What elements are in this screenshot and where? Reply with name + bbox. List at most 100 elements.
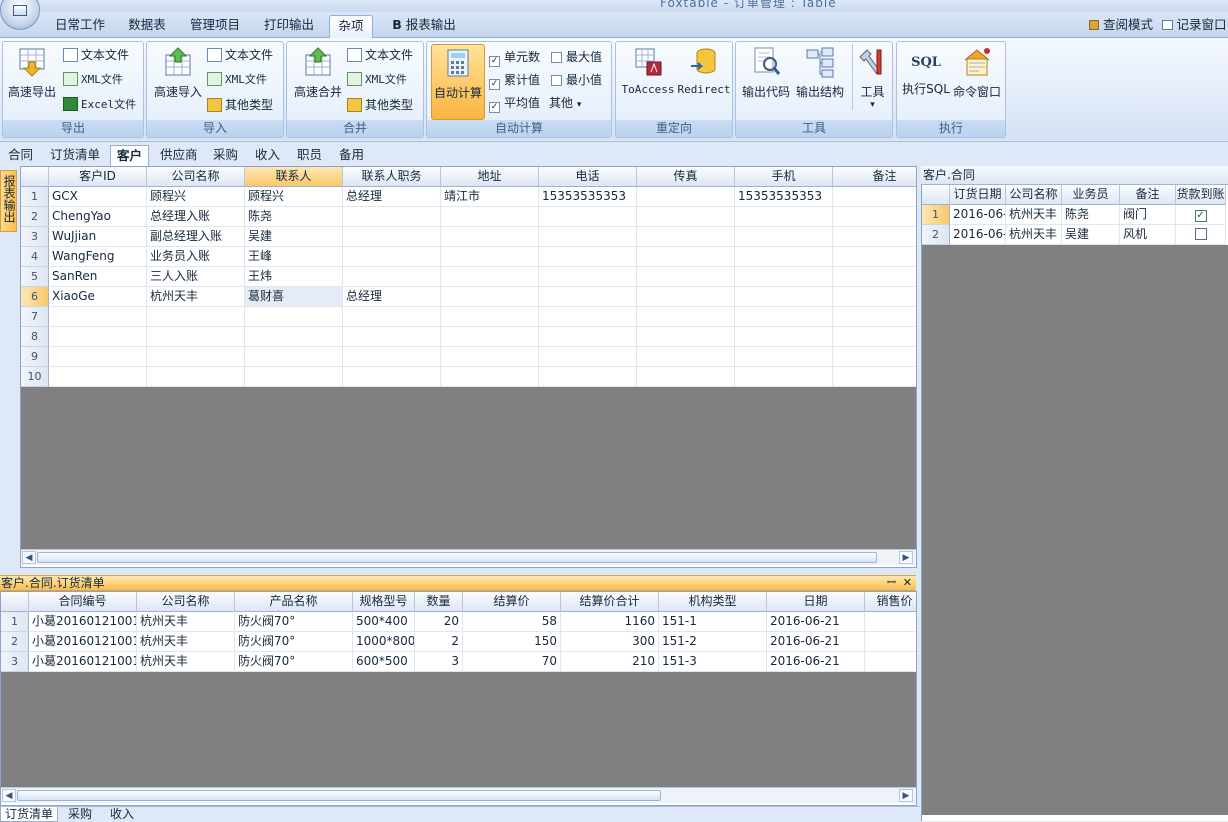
grid-cell[interactable] [441, 247, 539, 267]
grid-cell[interactable] [865, 612, 916, 632]
tab-daily-work[interactable]: 日常工作 [48, 15, 112, 38]
grid-cell[interactable] [637, 307, 735, 327]
grid-cell[interactable]: 150 [463, 632, 561, 652]
column-header[interactable]: 备注 [1120, 185, 1176, 205]
grid-cell[interactable] [441, 287, 539, 307]
grid-cell[interactable] [441, 347, 539, 367]
column-header[interactable]: 电话 [539, 167, 637, 187]
grid-cell[interactable] [637, 287, 735, 307]
other-dropdown[interactable]: 其他 ▾ [549, 93, 581, 113]
grid-cell[interactable] [637, 347, 735, 367]
grid-cell[interactable] [637, 207, 735, 227]
exec-sql-button[interactable]: SQL 执行SQL [901, 44, 951, 97]
grid-cell[interactable]: 小葛20160121001 [29, 632, 137, 652]
grid-cell[interactable]: 2016-06-21 [767, 612, 865, 632]
row-header[interactable]: 3 [21, 227, 49, 247]
scrollbar-thumb[interactable] [17, 790, 661, 801]
column-header[interactable]: 手机 [735, 167, 833, 187]
merge-text-button[interactable]: 文本文件 [347, 45, 413, 65]
column-header[interactable]: 产品名称 [235, 592, 353, 612]
average-checkbox[interactable]: ✓ 平均值 [489, 93, 540, 113]
grid-cell[interactable]: 151-2 [659, 632, 767, 652]
grid-cell[interactable]: 总经理 [343, 187, 441, 207]
column-header[interactable]: 备注 [833, 167, 916, 187]
grid-cell[interactable]: 风机 [1120, 225, 1176, 245]
grid-cell[interactable] [735, 287, 833, 307]
grid-cell[interactable]: 2016-06- [950, 225, 1006, 245]
grid-cell[interactable] [49, 367, 147, 387]
tab-supplier[interactable]: 供应商 [154, 145, 204, 166]
grid-cell[interactable] [245, 307, 343, 327]
column-header[interactable]: 公司名称 [137, 592, 235, 612]
grid-cell[interactable] [49, 307, 147, 327]
import-text-button[interactable]: 文本文件 [207, 45, 273, 65]
grid-cell[interactable]: 2016-06- [950, 205, 1006, 225]
grid-cell[interactable] [441, 327, 539, 347]
column-header[interactable]: 结算价合计 [561, 592, 659, 612]
row-header[interactable]: 9 [21, 347, 49, 367]
grid-cell[interactable] [343, 347, 441, 367]
column-header[interactable]: 公司名称 [147, 167, 245, 187]
grid-cell[interactable]: 王峰 [245, 247, 343, 267]
column-header[interactable]: 业务员 [1062, 185, 1120, 205]
row-header[interactable]: 1 [21, 187, 49, 207]
column-header[interactable]: 联系人 [245, 167, 343, 187]
unchecked-box-icon[interactable] [1194, 228, 1207, 240]
merge-xml-button[interactable]: XML文件 [347, 70, 407, 90]
grid-cell[interactable] [441, 367, 539, 387]
scroll-right-icon[interactable]: ▶ [899, 789, 913, 802]
grid-cell[interactable]: WangFeng [49, 247, 147, 267]
grid-cell[interactable]: 杭州天丰 [1006, 225, 1062, 245]
grid-cell[interactable]: 3 [415, 652, 463, 672]
grid-cell[interactable] [49, 327, 147, 347]
column-header[interactable]: 公司名称 [1006, 185, 1062, 205]
grid-cell[interactable] [735, 367, 833, 387]
column-header[interactable]: 订货日期 [950, 185, 1006, 205]
grid-cell[interactable] [147, 327, 245, 347]
fast-export-button[interactable]: 高速导出 [5, 44, 59, 100]
tab-purchase-bottom[interactable]: 采购 [64, 807, 96, 822]
grid-cell[interactable]: 杭州天丰 [137, 632, 235, 652]
import-xml-button[interactable]: XML文件 [207, 70, 267, 90]
grid-cell[interactable] [343, 227, 441, 247]
row-header[interactable]: 6 [21, 287, 49, 307]
grid-cell[interactable]: 顾程兴 [147, 187, 245, 207]
cell-count-checkbox[interactable]: ✓ 单元数 [489, 47, 540, 67]
contract-grid[interactable]: 订货日期 公司名称 业务员 备注 货款到账 1 2016-06- 杭州天丰 陈尧 阀门 ✓ 2 2016… [921, 185, 1228, 821]
tab-misc[interactable]: 杂项 [329, 15, 373, 38]
grid-cell[interactable] [343, 267, 441, 287]
grid-cell[interactable] [343, 367, 441, 387]
grid-cell[interactable] [539, 227, 637, 247]
grid-cell[interactable] [539, 347, 637, 367]
horizontal-scrollbar[interactable]: ◀ ▶ [21, 549, 916, 565]
scroll-left-icon[interactable]: ◀ [22, 551, 36, 564]
grid-cell[interactable] [735, 227, 833, 247]
tab-contract[interactable]: 合同 [2, 145, 39, 166]
fast-import-button[interactable]: 高速导入 [151, 44, 205, 100]
pin-icon[interactable]: ꟷ [887, 576, 896, 590]
grid-cell[interactable] [245, 367, 343, 387]
command-window-button[interactable]: 命令窗口 [951, 44, 1003, 100]
row-header[interactable]: 4 [21, 247, 49, 267]
scroll-right-icon[interactable]: ▶ [899, 551, 913, 564]
grid-cell[interactable] [441, 307, 539, 327]
grid-cell[interactable]: 小葛20160121001 [29, 612, 137, 632]
grid-cell[interactable] [539, 307, 637, 327]
grid-cell[interactable] [833, 247, 916, 267]
column-header[interactable]: 结算价 [463, 592, 561, 612]
tab-order-list[interactable]: 订货清单 [44, 145, 106, 166]
grid-cell[interactable]: 总经理入账 [147, 207, 245, 227]
grid-cell[interactable] [539, 247, 637, 267]
row-header[interactable]: 1 [1, 612, 29, 632]
grid-cell[interactable]: 杭州天丰 [147, 287, 245, 307]
grid-cell[interactable]: 小葛20160121001 [29, 652, 137, 672]
order-list-grid[interactable]: 合同编号 公司名称 产品名称 规格型号 数量 结算价 结算价合计 机构类型 日期 销售价 1 小葛20… [0, 591, 917, 806]
column-header[interactable]: 地址 [441, 167, 539, 187]
horizontal-scrollbar[interactable]: ◀ ▶ [1, 787, 916, 803]
column-header[interactable]: 货款到账 [1176, 185, 1226, 205]
tab-spare[interactable]: 备用 [333, 145, 370, 166]
max-checkbox[interactable]: 最大值 [551, 47, 602, 67]
grid-cell[interactable] [441, 227, 539, 247]
row-header[interactable]: 3 [1, 652, 29, 672]
row-header[interactable]: 2 [21, 207, 49, 227]
